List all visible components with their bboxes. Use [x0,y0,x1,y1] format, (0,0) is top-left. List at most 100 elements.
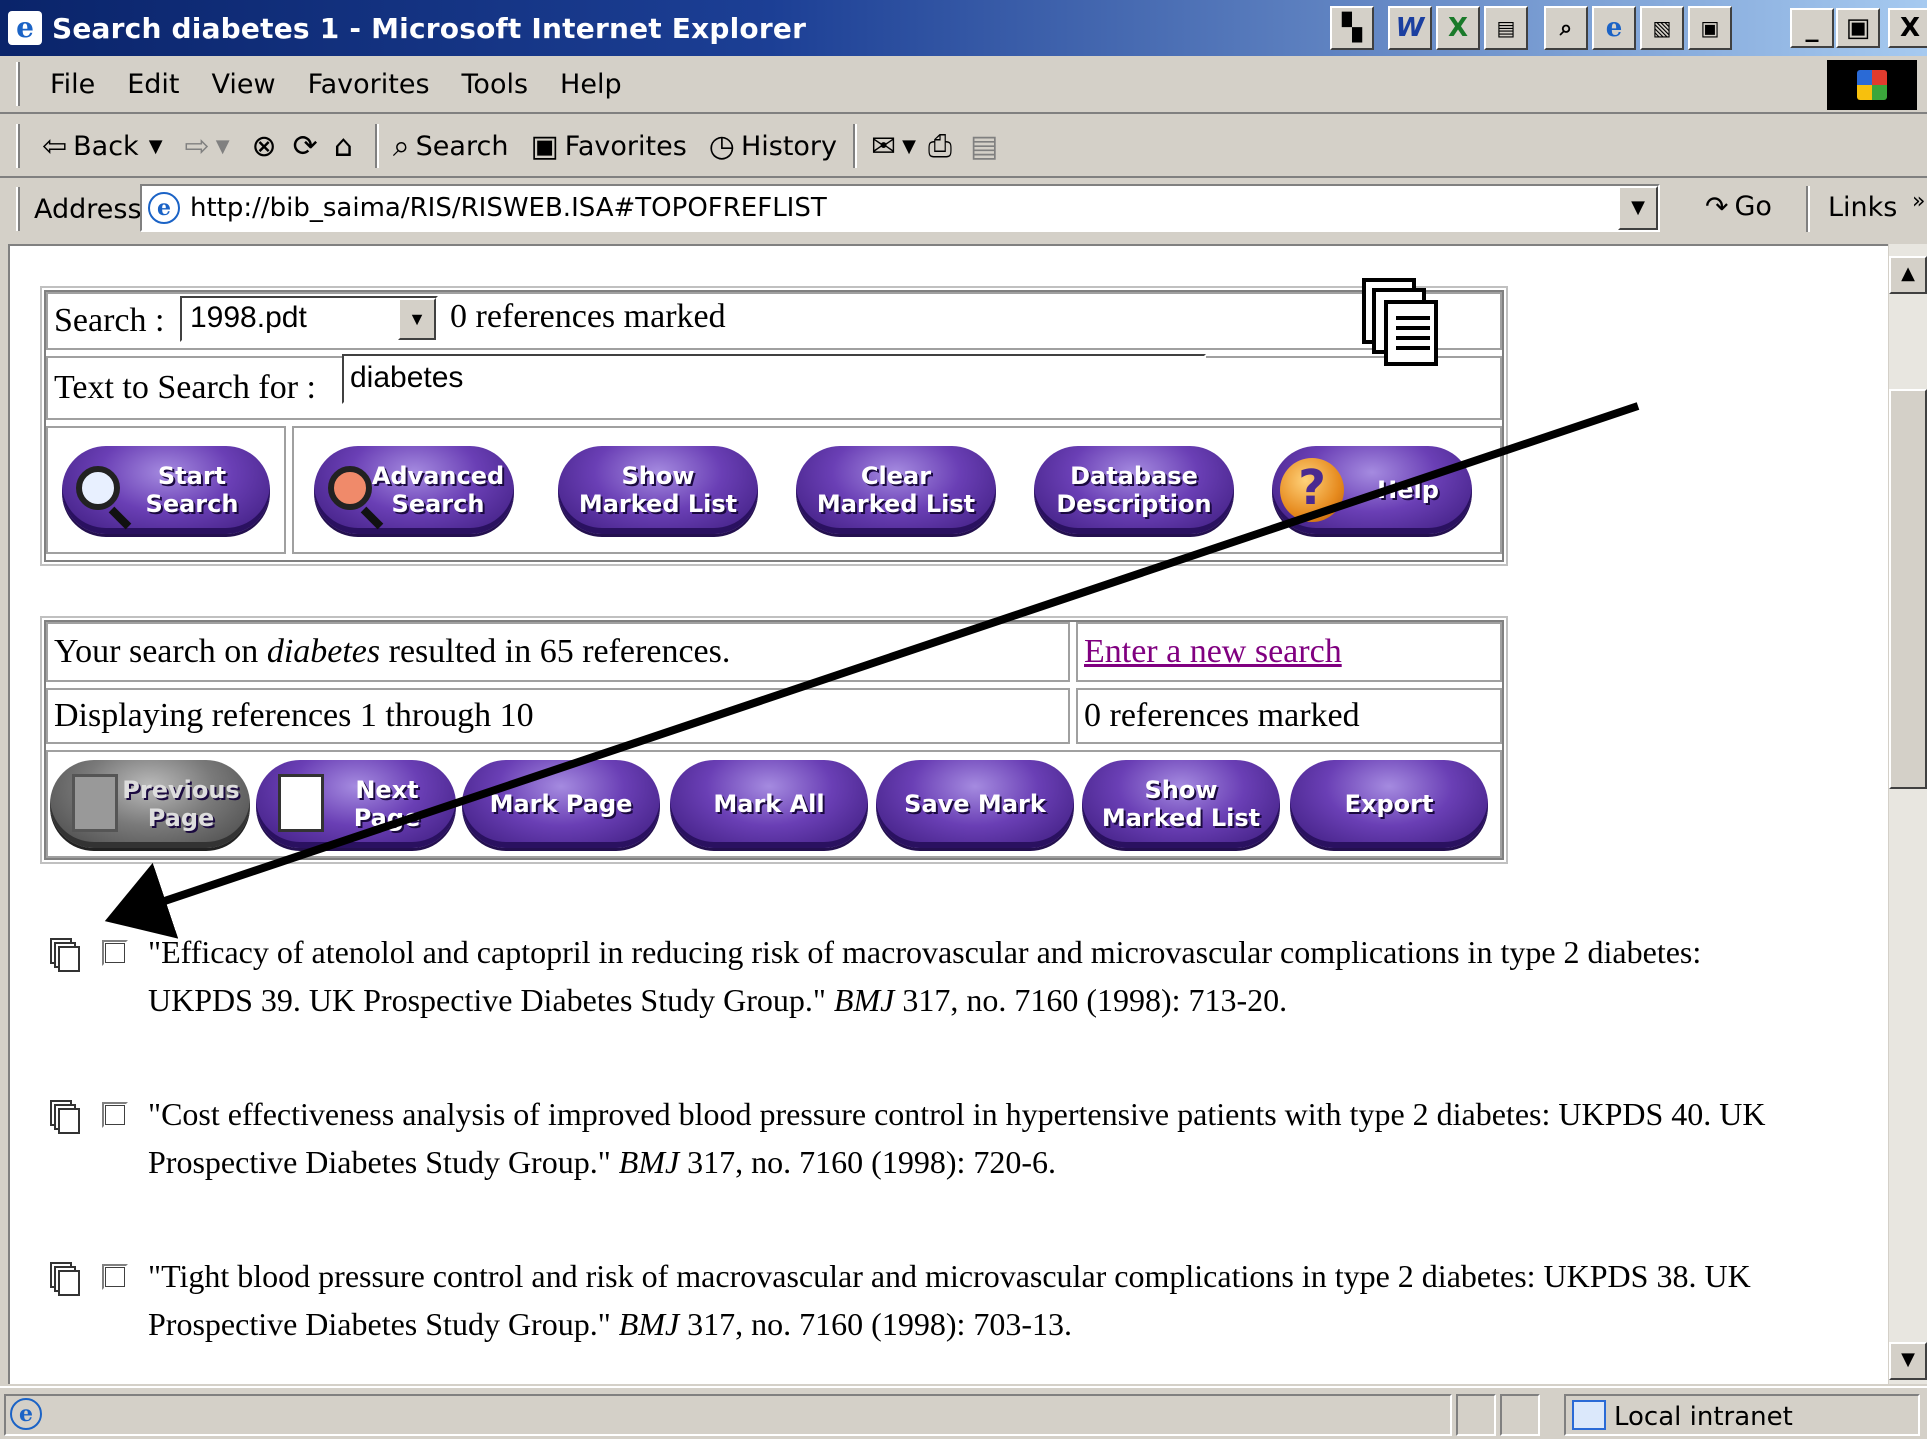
colors-icon[interactable]: ▚ [1330,6,1374,50]
next-line2: Page [353,804,421,832]
maximize-button[interactable]: ▣ [1836,8,1880,48]
menu-file[interactable]: File [50,69,95,100]
excel-icon[interactable]: X [1436,6,1480,50]
next-page-button[interactable]: Next Page [256,760,456,848]
home-icon: ⌂ [333,128,353,164]
reference-detail-icon[interactable] [50,938,80,974]
ie-page-icon: e [148,192,180,224]
mail-dropdown-icon[interactable]: ▼ [902,136,916,157]
go-arrow-icon: ↷ [1705,190,1729,223]
reference-detail-icon[interactable] [50,1100,80,1136]
mark-page-button[interactable]: Mark Page [462,760,660,848]
mark-all-button[interactable]: Mark All [670,760,868,848]
database-dropdown-icon[interactable]: ▼ [398,298,436,340]
mark-page-label: Mark Page [489,790,633,818]
refresh-button[interactable]: ⟳ [293,129,324,164]
toolbar-grip[interactable] [16,124,20,168]
export-label: Export [1344,790,1434,818]
advanced-search-button[interactable]: Advanced Search [314,446,514,534]
find-icon[interactable]: ⌕ [1544,6,1588,50]
menu-grip[interactable] [16,62,20,106]
toolbar-separator-2 [853,124,858,168]
scroll-up-button[interactable]: ▲ [1889,256,1927,294]
go-label: Go [1734,191,1772,222]
search-text-input[interactable]: diabetes [342,354,1206,404]
show-marked-list-button-2[interactable]: Show Marked List [1082,760,1280,848]
forward-button[interactable]: ⇨ ▼ [185,129,230,164]
status-main-panel [4,1394,1452,1436]
history-button[interactable]: ◷ History [709,129,837,164]
home-button[interactable]: ⌂ [334,129,359,164]
powerpoint-icon[interactable]: ▤ [1484,6,1528,50]
refresh-icon: ⟳ [292,128,318,164]
previous-page-button[interactable]: Previous Page [50,760,250,848]
show-marked2-line1: Show [1144,776,1218,804]
back-arrow-icon: ⇦ [42,128,68,164]
help-button[interactable]: ? Help [1272,446,1472,534]
print-button[interactable]: ⎙ [928,129,958,164]
go-button[interactable]: ↷ Go [1705,190,1772,223]
export-button[interactable]: Export [1290,760,1488,848]
next-line1: Next [355,776,419,804]
vertical-scrollbar[interactable]: ▲ ▼ [1888,244,1927,1384]
new-search-link[interactable]: Enter a new search [1084,633,1342,671]
clear-marked-line2: Marked List [816,490,976,518]
mail-icon: ✉ [871,128,897,164]
history-icon: ◷ [708,128,735,164]
search-text-value: diabetes [350,361,464,394]
reference-details: 317, no. 7160 (1998): 703-13. [679,1306,1073,1342]
address-grip[interactable] [16,187,20,231]
edit-button[interactable]: ▤ [970,129,1004,164]
scroll-down-button[interactable]: ▼ [1889,1342,1927,1380]
links-toolbar[interactable]: Links » [1828,189,1925,223]
mail-button[interactable]: ✉ ▼ [871,129,916,164]
scroll-thumb[interactable] [1889,389,1927,789]
menu-view[interactable]: View [211,69,275,100]
database-select[interactable]: 1998.pdt ▼ [180,296,438,342]
reference-checkbox[interactable] [102,1264,128,1290]
favorites-button[interactable]: ▣ Favorites [530,129,686,164]
menu-help[interactable]: Help [560,69,622,100]
office-tray: ▚ W X ▤ ⌕ e ▧ ▣ [1330,6,1732,50]
menu-tools[interactable]: Tools [462,69,529,100]
close-button[interactable]: X [1888,8,1927,48]
page-content: Search : 1998.pdt ▼ 0 references marked … [8,244,1888,1384]
photo-icon[interactable]: ▣ [1688,6,1732,50]
minimize-button[interactable]: _ [1790,8,1834,48]
zone-text: Local intranet [1614,1402,1793,1432]
ie-tray-icon[interactable]: e [1592,6,1636,50]
marked-text: 0 references marked [1084,697,1360,734]
forward-arrow-icon: ⇨ [184,128,210,164]
reference-checkbox[interactable] [102,940,128,966]
links-more-icon[interactable]: » [1912,189,1925,214]
reference-checkbox[interactable] [102,1102,128,1128]
local-intranet-icon [1572,1400,1606,1430]
show-marked-list-button[interactable]: Show Marked List [558,446,758,534]
address-dropdown-button[interactable]: ▼ [1618,186,1658,230]
search-button[interactable]: ⌕ Search [393,129,509,164]
save-mark-button[interactable]: Save Mark [876,760,1074,848]
start-search-line1: Start [157,462,227,490]
back-button[interactable]: ⇦ Back ▼ [42,129,163,164]
forward-dropdown-icon[interactable]: ▼ [216,136,230,157]
stop-button[interactable]: ⊗ [252,129,283,164]
start-search-button[interactable]: Start Search [62,446,270,534]
links-separator [1806,186,1810,232]
save-mark-label: Save Mark [904,790,1046,818]
menu-edit[interactable]: Edit [127,69,179,100]
address-url[interactable]: http://bib_saima/RIS/RISWEB.ISA#TOPOFREF… [190,193,827,223]
word-icon[interactable]: W [1388,6,1432,50]
magnifier-icon [328,466,372,510]
search-icon: ⌕ [392,128,410,164]
advanced-search-line1: Advanced [371,462,505,490]
ie-page-icon: e [10,1398,42,1430]
clear-marked-list-button[interactable]: Clear Marked List [796,446,996,534]
database-description-button[interactable]: Database Description [1034,446,1234,534]
title-bar: e Search diabetes 1 - Microsoft Internet… [0,0,1927,56]
address-input[interactable]: e http://bib_saima/RIS/RISWEB.ISA#TOPOFR… [140,184,1660,232]
reference-detail-icon[interactable] [50,1262,80,1298]
chart-icon[interactable]: ▧ [1640,6,1684,50]
back-label: Back [73,130,139,162]
back-dropdown-icon[interactable]: ▼ [149,136,163,157]
menu-favorites[interactable]: Favorites [308,69,430,100]
